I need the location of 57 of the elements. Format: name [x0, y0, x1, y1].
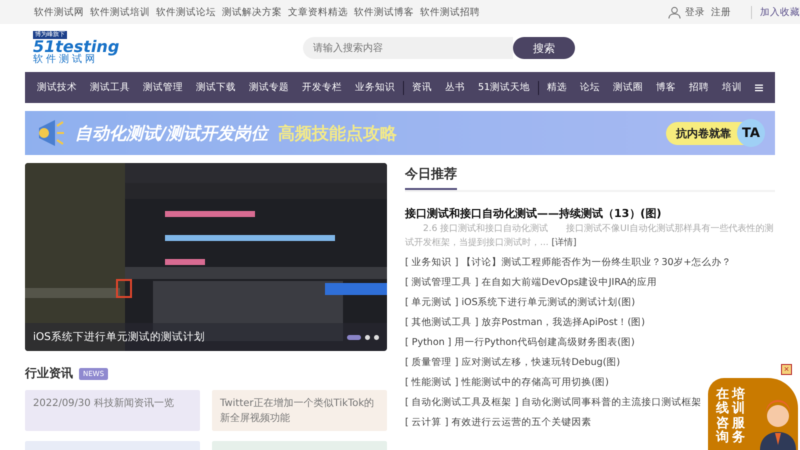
section-title: 行业资讯	[25, 365, 73, 382]
nav-item[interactable]: 精选	[547, 81, 568, 94]
login-link[interactable]: 登录	[685, 6, 705, 18]
article-link[interactable]: [ 测试管理工具 ] 在自如大前端DevOps建设中JIRA的应用	[405, 276, 658, 290]
bookmark-link[interactable]: 加入收藏	[751, 6, 800, 18]
promo-banner[interactable]: 自动化测试/测试开发岗位 高频技能点攻略 抗内卷就靠 TA	[25, 111, 775, 155]
nav-item[interactable]: 测试工具	[90, 81, 130, 94]
widget-label: 在线咨询	[716, 388, 730, 447]
article-link[interactable]: [ Python ] 用一行Python代码创建高级财务图表(图)	[405, 336, 635, 350]
article-link[interactable]: [ 云计算 ] 有效进行云运营的五个关键因素	[405, 416, 592, 430]
article-summary: 2.6 接口测试和接口自动化测试 接口测试不像UI自动化测试那样具有一些代表性的测试开发框架，当提到接口测试时，... [详情]	[405, 223, 774, 250]
top-link[interactable]: 软件测试培训	[90, 6, 150, 18]
nav-item[interactable]: 51测试天地	[478, 81, 530, 94]
nav-item[interactable]: 开发专栏	[302, 81, 342, 94]
article-link[interactable]: [ 业务知识 ] 【讨论】测试工程师能否作为一份终生职业？30岁+怎么办？	[405, 256, 732, 270]
nav-item[interactable]: 业务知识	[355, 81, 395, 94]
top-link[interactable]: 软件测试网	[34, 6, 84, 18]
news-card[interactable]: Twitter正在增加一个类似TikTok的新全屏视频功能	[212, 390, 387, 431]
nav-item[interactable]: 资讯	[412, 81, 432, 94]
widget-label: 培训服务	[732, 388, 746, 447]
nav-item[interactable]: 论坛	[580, 81, 600, 94]
carousel-dot[interactable]	[365, 334, 370, 340]
close-button[interactable]: ×	[781, 364, 792, 375]
banner-badge: TA	[737, 119, 765, 147]
carousel-dot[interactable]	[374, 334, 379, 340]
top-link[interactable]: 文章资料精选	[288, 6, 348, 18]
nav-item[interactable]: 博客	[656, 81, 676, 94]
article-link[interactable]: [ 单元测试 ] iOS系统下进行单元测试的测试计划(图)	[405, 296, 636, 310]
logo-brand[interactable]: 51testing	[33, 39, 123, 55]
banner-highlight: 高频技能点攻略	[278, 122, 398, 144]
nav-item[interactable]: 招聘	[689, 81, 710, 94]
nav-item[interactable]: 丛书	[444, 81, 465, 94]
nav-item[interactable]: 测试技术	[37, 81, 77, 94]
logo-subtitle: 软件测试网	[33, 55, 98, 65]
article-link[interactable]: [ 其他测试工具 ] 放弃Postman，我选择ApiPost！(图)	[405, 316, 645, 330]
article-link[interactable]: [ 性能测试 ] 性能测试中的存储高可用切换(图)	[405, 376, 609, 390]
top-link[interactable]: 软件测试论坛	[156, 6, 216, 18]
section-title: 今日推荐	[405, 167, 457, 190]
nav-item[interactable]: 测试圈	[613, 81, 644, 94]
nav-item[interactable]: 测试管理	[143, 81, 183, 94]
nav-item[interactable]: 培训	[722, 81, 742, 94]
article-link[interactable]: [ 自动化测试工具及框架 ] 自动化测试同事科普的主流接口测试框架	[405, 396, 702, 410]
top-link[interactable]: 测试解决方案	[222, 6, 282, 18]
headline-link[interactable]: 接口测试和接口自动化测试——持续测试（13）(图)	[405, 206, 775, 221]
nav-item[interactable]: 测试专题	[249, 81, 289, 94]
news-card[interactable]: 2022/09/30 科技新闻资讯一览	[25, 390, 200, 431]
search-field[interactable]: 请输入搜索内容	[303, 37, 513, 59]
nav-item[interactable]: 测试下载	[196, 81, 236, 94]
details-link[interactable]: [详情]	[551, 238, 576, 248]
user-icon	[668, 6, 681, 18]
top-link[interactable]: 软件测试博客	[354, 6, 414, 18]
search-button[interactable]: 搜索	[513, 37, 575, 59]
agent-figure-icon	[758, 400, 798, 450]
register-link[interactable]: 注册	[711, 6, 731, 18]
top-link[interactable]: 软件测试招聘	[420, 6, 480, 18]
article-link[interactable]: [ 质量管理 ] 应对测试左移，快速玩转Debug(图)	[405, 356, 620, 370]
banner-title: 自动化测试/测试开发岗位	[75, 122, 268, 144]
